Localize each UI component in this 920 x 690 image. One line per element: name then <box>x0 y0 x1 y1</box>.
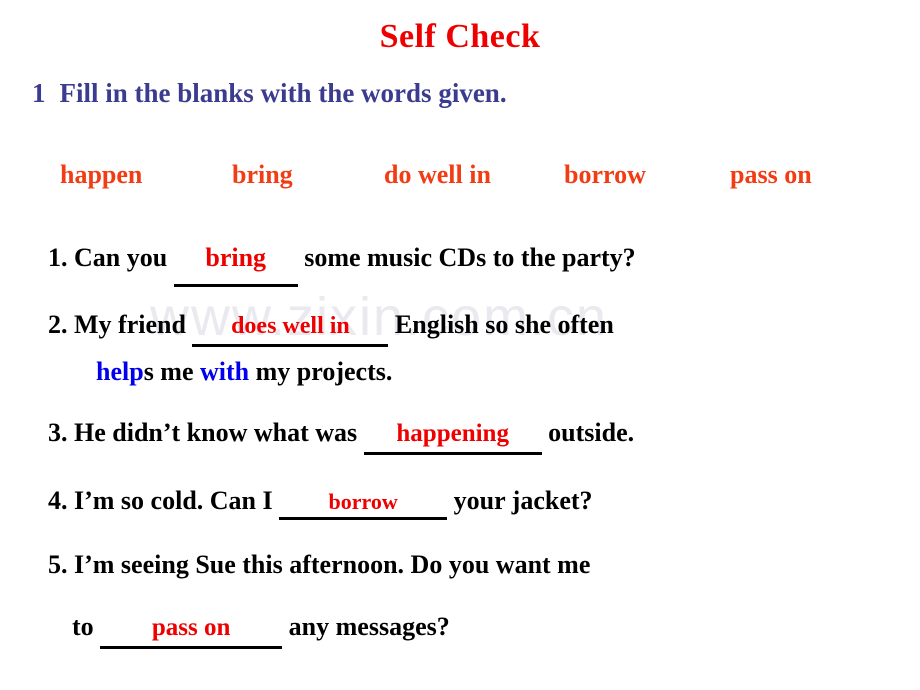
question-number-1: 1. <box>48 243 68 272</box>
answer-text-5: pass on <box>151 614 231 641</box>
answer-text-4: borrow <box>328 489 398 514</box>
word-bank: happen bring do well in borrow pass on <box>60 160 890 190</box>
question-text-2-before: My friend <box>74 310 186 339</box>
slide-canvas: www.zixin.com.cn Self Check 1 Fill in the… <box>0 0 920 690</box>
word-bank-item-happen[interactable]: happen <box>60 160 232 190</box>
question-text-5-before: I’m seeing Sue this afternoon. Do you wa… <box>74 550 591 579</box>
instruction-number: 1 <box>32 78 46 108</box>
question-2-text-my-projects: my projects. <box>255 357 393 386</box>
answer-blank-3[interactable]: happening <box>363 420 542 455</box>
question-item-2-line2: helps me with my projects. <box>96 357 392 387</box>
answer-text-1: bring <box>205 243 267 272</box>
question-text-2-after: English so she often <box>394 310 614 339</box>
word-bank-item-pass-on[interactable]: pass on <box>730 160 870 190</box>
question-number-4: 4. <box>48 486 68 515</box>
instruction-text: Fill in the blanks with the words given. <box>59 78 507 108</box>
question-text-1-after: some music CDs to the party? <box>304 243 636 272</box>
question-item-2: 2. My friend does well in English so she… <box>48 310 614 347</box>
question-text-5-to: to <box>72 612 94 641</box>
question-text-4-before: I’m so cold. Can I <box>74 486 273 515</box>
question-text-4-after: your jacket? <box>453 486 593 515</box>
question-text-1-before: Can you <box>74 243 168 272</box>
instruction-line: 1 Fill in the blanks with the words given… <box>32 78 507 109</box>
question-number-2: 2. <box>48 310 68 339</box>
question-item-3: 3. He didn’t know what was happening out… <box>48 418 634 455</box>
question-item-5-line2: to pass on any messages? <box>72 612 450 649</box>
question-item-1: 1. Can you bring some music CDs to the p… <box>48 243 636 287</box>
question-text-3-before: He didn’t know what was <box>74 418 358 447</box>
question-number-3: 3. <box>48 418 68 447</box>
word-bank-item-borrow[interactable]: borrow <box>564 160 730 190</box>
answer-blank-5[interactable]: pass on <box>100 614 283 649</box>
question-text-3-after: outside. <box>548 418 635 447</box>
question-2-highlight-help: help <box>96 357 144 386</box>
question-item-5: 5. I’m seeing Sue this afternoon. Do you… <box>48 550 590 580</box>
answer-blank-4[interactable]: borrow <box>279 489 448 520</box>
answer-blank-1[interactable]: bring <box>173 245 298 287</box>
question-2-text-s-me: s me <box>143 357 194 386</box>
word-bank-item-do-well-in[interactable]: do well in <box>384 160 564 190</box>
answer-text-2: does well in <box>231 313 350 339</box>
question-item-4: 4. I’m so cold. Can I borrow your jacket… <box>48 486 593 520</box>
question-text-5-after: any messages? <box>288 612 450 641</box>
answer-text-3: happening <box>396 420 509 447</box>
word-bank-item-bring[interactable]: bring <box>232 160 384 190</box>
question-number-5: 5. <box>48 550 68 579</box>
question-2-highlight-with: with <box>200 357 250 386</box>
answer-blank-2[interactable]: does well in <box>192 313 389 347</box>
page-title: Self Check <box>379 18 541 55</box>
